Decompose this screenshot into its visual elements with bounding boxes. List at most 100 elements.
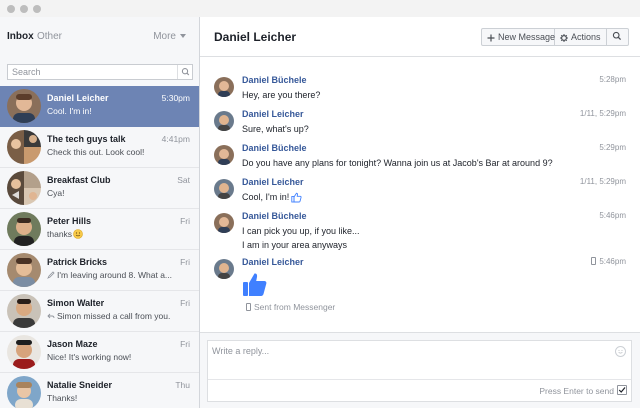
zoom-window-button[interactable]: [33, 5, 41, 13]
reply-input[interactable]: [208, 341, 608, 377]
message-line: Cool, I'm in!: [242, 192, 302, 203]
reply-icon: [47, 313, 55, 319]
message-time-text: 5:46pm: [599, 257, 626, 266]
message-text: Hey, are you there?: [242, 90, 321, 100]
conversation-snippet: Cya!: [47, 188, 65, 198]
conversation-time: Fri: [180, 216, 190, 226]
conversation-time: Fri: [180, 257, 190, 267]
chevron-down-icon: [180, 34, 186, 38]
actions-label: Actions: [571, 32, 601, 42]
message-group: Daniel Büchele 5:29pm Do you have any pl…: [200, 143, 640, 173]
emoji-button[interactable]: [615, 346, 626, 357]
conversation-time: Sat: [177, 175, 190, 185]
conversation-item[interactable]: Daniel Leicher Cool. I'm in! 5:30pm: [0, 86, 199, 127]
conversation-pane: Daniel Leicher New Message Actions Danie…: [200, 17, 640, 408]
message-group: Daniel Büchele 5:28pm Hey, are you there…: [200, 75, 640, 105]
conversation-item[interactable]: Peter Hills thanks Fri: [0, 209, 199, 250]
message-time: 5:46pm: [591, 257, 626, 266]
conversation-item[interactable]: Jason Maze Nice! It's working now! Fri: [0, 332, 199, 373]
conversation-item[interactable]: Simon Walter Simon missed a call from yo…: [0, 291, 199, 332]
message-text: Sure, what's up?: [242, 124, 309, 134]
message-text: I am in your area anyways: [242, 240, 348, 250]
sent-from-label: Sent from Messenger: [246, 302, 335, 312]
search-input[interactable]: [8, 65, 176, 79]
sidebar: Inbox Other More Daniel Leicher Cool. I'…: [0, 17, 200, 408]
smile-emoji-icon: [73, 229, 83, 239]
message-sender[interactable]: Daniel Büchele: [242, 211, 307, 221]
composer: Press Enter to send: [207, 340, 632, 402]
conversation-snippet: Nice! It's working now!: [47, 352, 132, 362]
window-titlebar: [0, 0, 640, 17]
avatar: [214, 77, 234, 97]
conversation-item[interactable]: Natalie Sneider Thanks! Thu: [0, 373, 199, 408]
composer-footer: Press Enter to send: [208, 379, 631, 401]
press-enter-checkbox[interactable]: [617, 385, 627, 395]
message-sender[interactable]: Daniel Leicher: [242, 177, 304, 187]
search-submit-button[interactable]: [177, 65, 192, 79]
conversation-item[interactable]: Patrick Bricks I'm leaving around 8. Wha…: [0, 250, 199, 291]
avatar: [7, 335, 41, 369]
conversation-name: Jason Maze: [47, 339, 98, 349]
conversation-name: Patrick Bricks: [47, 257, 108, 267]
message-group: Daniel Leicher 1/11, 5:29pm Sure, what's…: [200, 109, 640, 139]
avatar: [214, 213, 234, 233]
search-box: [7, 64, 193, 80]
sent-from-text: Sent from Messenger: [254, 302, 336, 312]
message-sender[interactable]: Daniel Büchele: [242, 75, 307, 85]
new-message-button[interactable]: New Message: [481, 28, 555, 46]
message-time: 1/11, 5:29pm: [579, 177, 626, 186]
more-menu-button[interactable]: More: [153, 31, 186, 42]
message-time: 1/11, 5:29pm: [579, 109, 626, 118]
big-like-sticker-icon: [243, 273, 267, 296]
plus-icon: [487, 34, 495, 42]
conversation-name: Simon Walter: [47, 298, 105, 308]
new-message-label: New Message: [498, 32, 556, 42]
conversation-name: Peter Hills: [47, 216, 92, 226]
smiley-icon: [618, 349, 623, 354]
gear-icon: [560, 34, 568, 42]
conversation-time: 5:30pm: [161, 93, 190, 103]
conversation-snippet: Simon missed a call from you.: [47, 311, 177, 321]
conversation-search-button[interactable]: [607, 28, 629, 46]
composer-area: Press Enter to send: [200, 332, 640, 408]
avatar: [7, 253, 41, 287]
sidebar-header: Inbox Other More: [0, 17, 199, 57]
conversation-snippet: Check this out. Look cool!: [47, 147, 145, 157]
tab-inbox[interactable]: Inbox: [7, 31, 34, 42]
thread-title: Daniel Leicher: [214, 30, 297, 44]
search-icon: [181, 68, 190, 76]
conversation-snippet: Thanks!: [47, 393, 78, 403]
message-sender[interactable]: Daniel Büchele: [242, 143, 307, 153]
press-enter-label: Press Enter to send: [539, 386, 614, 396]
conversation-snippet: thanks: [47, 229, 177, 239]
conversation-snippet: Cool. I'm in!: [47, 106, 92, 116]
conversation-name: Daniel Leicher: [47, 93, 109, 103]
actions-button[interactable]: Actions: [555, 28, 607, 46]
avatar: [7, 294, 41, 328]
message-sender[interactable]: Daniel Leicher: [242, 109, 304, 119]
conversation-snippet: I'm leaving around 8. What a...: [47, 270, 177, 280]
conversation-time: 4:41pm: [161, 134, 190, 144]
message-sender[interactable]: Daniel Leicher: [242, 257, 304, 267]
message-text: Cool, I'm in!: [242, 192, 290, 202]
message-text: I can pick you up, if you like...: [242, 226, 360, 236]
thumbs-up-icon: [291, 192, 302, 203]
conversation-item[interactable]: Breakfast Club Cya! Sat: [0, 168, 199, 209]
avatar: [214, 259, 234, 279]
message-list: Daniel Büchele 5:28pm Hey, are you there…: [200, 69, 640, 329]
conversation-name: Natalie Sneider: [47, 380, 113, 390]
conversation-time: Thu: [175, 380, 190, 390]
phone-icon: [591, 257, 597, 265]
message-time: 5:29pm: [599, 143, 626, 152]
message-time: 5:28pm: [599, 75, 626, 84]
message-group: Daniel Leicher 5:46pm Sent from Messenge…: [200, 257, 640, 323]
conversation-item[interactable]: The tech guys talk Check this out. Look …: [0, 127, 199, 168]
snippet-text: Simon missed a call from you.: [57, 311, 171, 321]
checkmark-icon: [618, 387, 626, 393]
tab-other[interactable]: Other: [37, 31, 62, 42]
close-window-button[interactable]: [7, 5, 15, 13]
avatar: [214, 111, 234, 131]
minimize-window-button[interactable]: [20, 5, 28, 13]
conversation-name: The tech guys talk: [47, 134, 126, 144]
phone-icon: [246, 303, 251, 311]
